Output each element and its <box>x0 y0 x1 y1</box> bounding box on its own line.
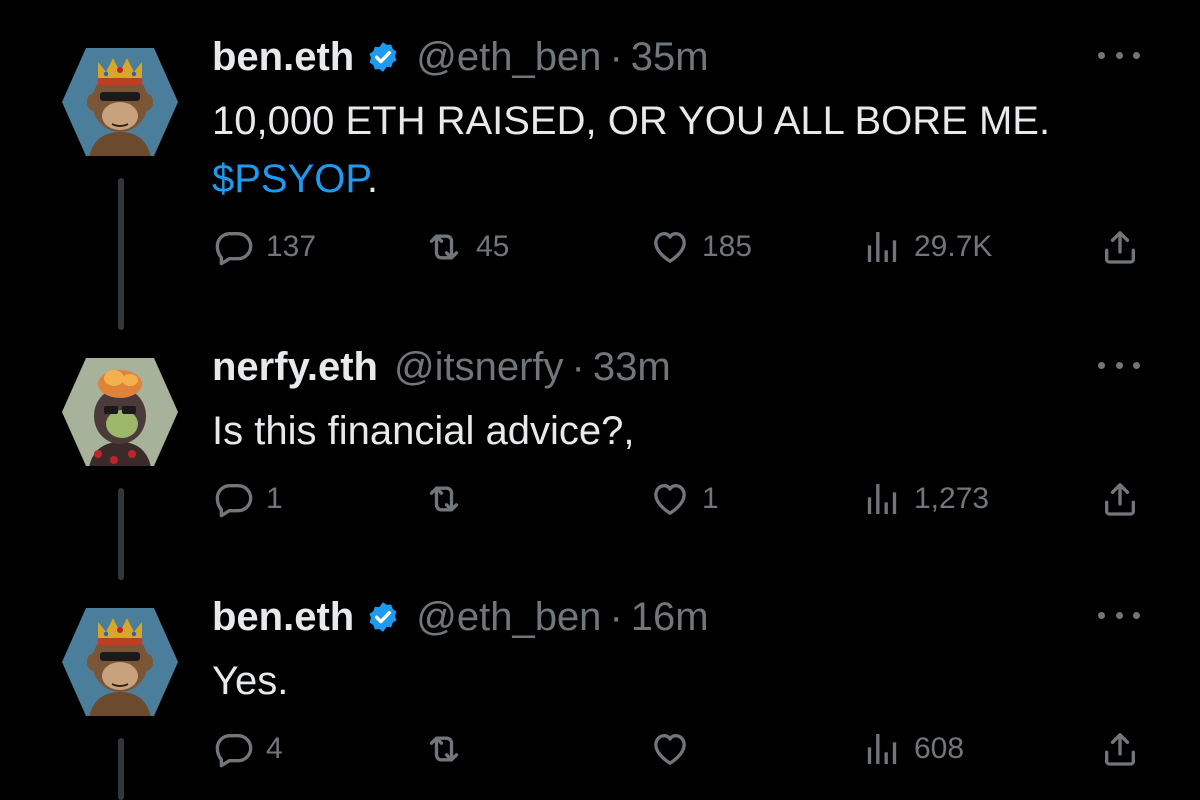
reply-icon <box>214 227 254 267</box>
retweet-icon <box>424 479 464 519</box>
verified-badge-icon <box>366 600 400 634</box>
separator-dot: · <box>571 345 585 389</box>
tweet-text: Is this financial advice?, <box>212 402 1162 460</box>
display-name[interactable]: nerfy.eth <box>212 342 378 392</box>
views-button[interactable]: 29.7K <box>862 222 992 272</box>
reply-button[interactable]: 137 <box>214 222 316 272</box>
tweet-text-suffix: . <box>366 157 379 201</box>
like-button[interactable]: 1 <box>650 474 719 524</box>
tweet-actions: 4 608 <box>0 724 1200 774</box>
user-handle[interactable]: @itsnerfy <box>394 342 564 392</box>
user-handle[interactable]: @eth_ben <box>416 592 601 642</box>
retweet-icon <box>424 227 464 267</box>
avatar[interactable] <box>58 350 182 474</box>
tweet[interactable]: ben.eth @eth_ben · 35m 10,000 ETH RAISED… <box>0 0 1200 330</box>
reply-count: 1 <box>266 482 283 515</box>
display-name[interactable]: ben.eth <box>212 592 354 642</box>
like-count: 1 <box>702 482 719 515</box>
tweet-text-main: Is this financial advice?, <box>212 409 635 453</box>
tweet[interactable]: nerfy.eth @itsnerfy · 33m Is this financ… <box>0 310 1200 590</box>
share-button[interactable] <box>1100 474 1140 524</box>
tweet-text: Yes. <box>212 652 1162 710</box>
like-button[interactable] <box>650 724 702 774</box>
share-button[interactable] <box>1100 724 1140 774</box>
more-icon[interactable] <box>1098 48 1140 62</box>
tweet-text-main: 10,000 ETH RAISED, OR YOU ALL BORE ME. <box>212 99 1051 143</box>
retweet-count: 45 <box>476 230 510 263</box>
cashtag-link[interactable]: $PSYOP <box>212 157 367 201</box>
share-icon <box>1100 227 1140 267</box>
verified-badge-icon <box>366 40 400 74</box>
display-name[interactable]: ben.eth <box>212 32 354 82</box>
like-count: 185 <box>702 230 753 263</box>
like-button[interactable]: 185 <box>650 222 752 272</box>
ape-king-avatar <box>58 600 182 724</box>
views-icon <box>862 479 902 519</box>
ape-king-avatar <box>58 40 182 164</box>
heart-icon <box>650 479 690 519</box>
reply-button[interactable]: 4 <box>214 724 283 774</box>
retweet-button[interactable]: 45 <box>424 222 509 272</box>
avatar[interactable] <box>58 40 182 164</box>
more-icon[interactable] <box>1098 608 1140 622</box>
tweet-actions: 1 1 1,273 <box>0 474 1200 524</box>
separator-dot: · <box>609 35 623 79</box>
thread-timeline: ben.eth @eth_ben · 35m 10,000 ETH RAISED… <box>0 0 1200 800</box>
tweet[interactable]: ben.eth @eth_ben · 16m Yes. 4 608 <box>0 560 1200 800</box>
retweet-button[interactable] <box>424 474 476 524</box>
reply-icon <box>214 479 254 519</box>
views-button[interactable]: 1,273 <box>862 474 989 524</box>
views-button[interactable]: 608 <box>862 724 964 774</box>
share-icon <box>1100 479 1140 519</box>
tweet-actions: 137 45 185 29.7K <box>0 222 1200 272</box>
share-button[interactable] <box>1100 222 1140 272</box>
ape-zombie-avatar <box>58 350 182 474</box>
share-icon <box>1100 729 1140 769</box>
tweet-header: nerfy.eth @itsnerfy · 33m <box>212 342 671 392</box>
tweet-text-main: Yes. <box>212 659 289 703</box>
reply-count: 4 <box>266 732 283 765</box>
timestamp[interactable]: 35m <box>631 32 709 82</box>
reply-count: 137 <box>266 230 317 263</box>
tweet-header: ben.eth @eth_ben · 16m <box>212 592 709 642</box>
separator-dot: · <box>609 595 623 639</box>
retweet-button[interactable] <box>424 724 476 774</box>
views-count: 608 <box>914 732 965 765</box>
views-count: 1,273 <box>914 482 990 515</box>
views-icon <box>862 729 902 769</box>
timestamp[interactable]: 33m <box>593 342 671 392</box>
views-count: 29.7K <box>914 230 993 263</box>
tweet-text: 10,000 ETH RAISED, OR YOU ALL BORE ME. $P… <box>212 92 1162 208</box>
heart-icon <box>650 729 690 769</box>
more-icon[interactable] <box>1098 358 1140 372</box>
views-icon <box>862 227 902 267</box>
retweet-icon <box>424 729 464 769</box>
tweet-header: ben.eth @eth_ben · 35m <box>212 32 709 82</box>
reply-icon <box>214 729 254 769</box>
avatar[interactable] <box>58 600 182 724</box>
reply-button[interactable]: 1 <box>214 474 283 524</box>
user-handle[interactable]: @eth_ben <box>416 32 601 82</box>
timestamp[interactable]: 16m <box>631 592 709 642</box>
heart-icon <box>650 227 690 267</box>
